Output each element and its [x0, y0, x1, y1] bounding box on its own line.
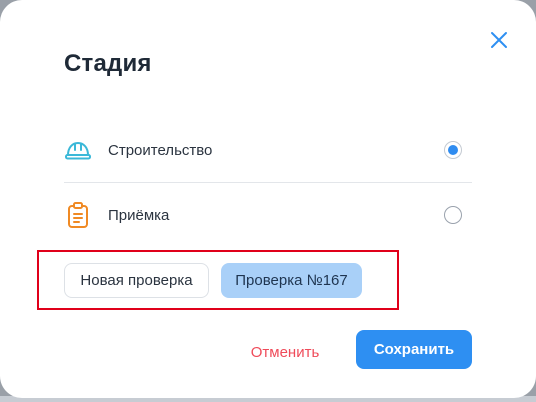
new-inspection-button[interactable]: Новая проверка — [64, 263, 209, 298]
stage-dialog: Стадия Строительство Приёмка Новая прове… — [0, 0, 536, 398]
hard-hat-icon — [64, 136, 92, 164]
clipboard-icon — [64, 201, 92, 229]
radio-dot — [448, 145, 458, 155]
stage-radio-acceptance[interactable] — [444, 206, 462, 224]
stage-option-construction[interactable]: Строительство — [64, 119, 472, 181]
save-button[interactable]: Сохранить — [356, 330, 472, 369]
stage-option-label: Строительство — [108, 141, 213, 159]
close-button[interactable] — [486, 27, 512, 53]
option-divider — [64, 182, 472, 183]
close-icon — [491, 32, 507, 48]
stage-radio-construction[interactable] — [444, 141, 462, 159]
inspection-chip-selected[interactable]: Проверка №167 — [221, 263, 362, 298]
cancel-button[interactable]: Отменить — [244, 334, 326, 370]
dialog-title: Стадия — [64, 50, 152, 77]
stage-option-acceptance[interactable]: Приёмка — [64, 184, 472, 246]
stage-option-label: Приёмка — [108, 206, 170, 224]
